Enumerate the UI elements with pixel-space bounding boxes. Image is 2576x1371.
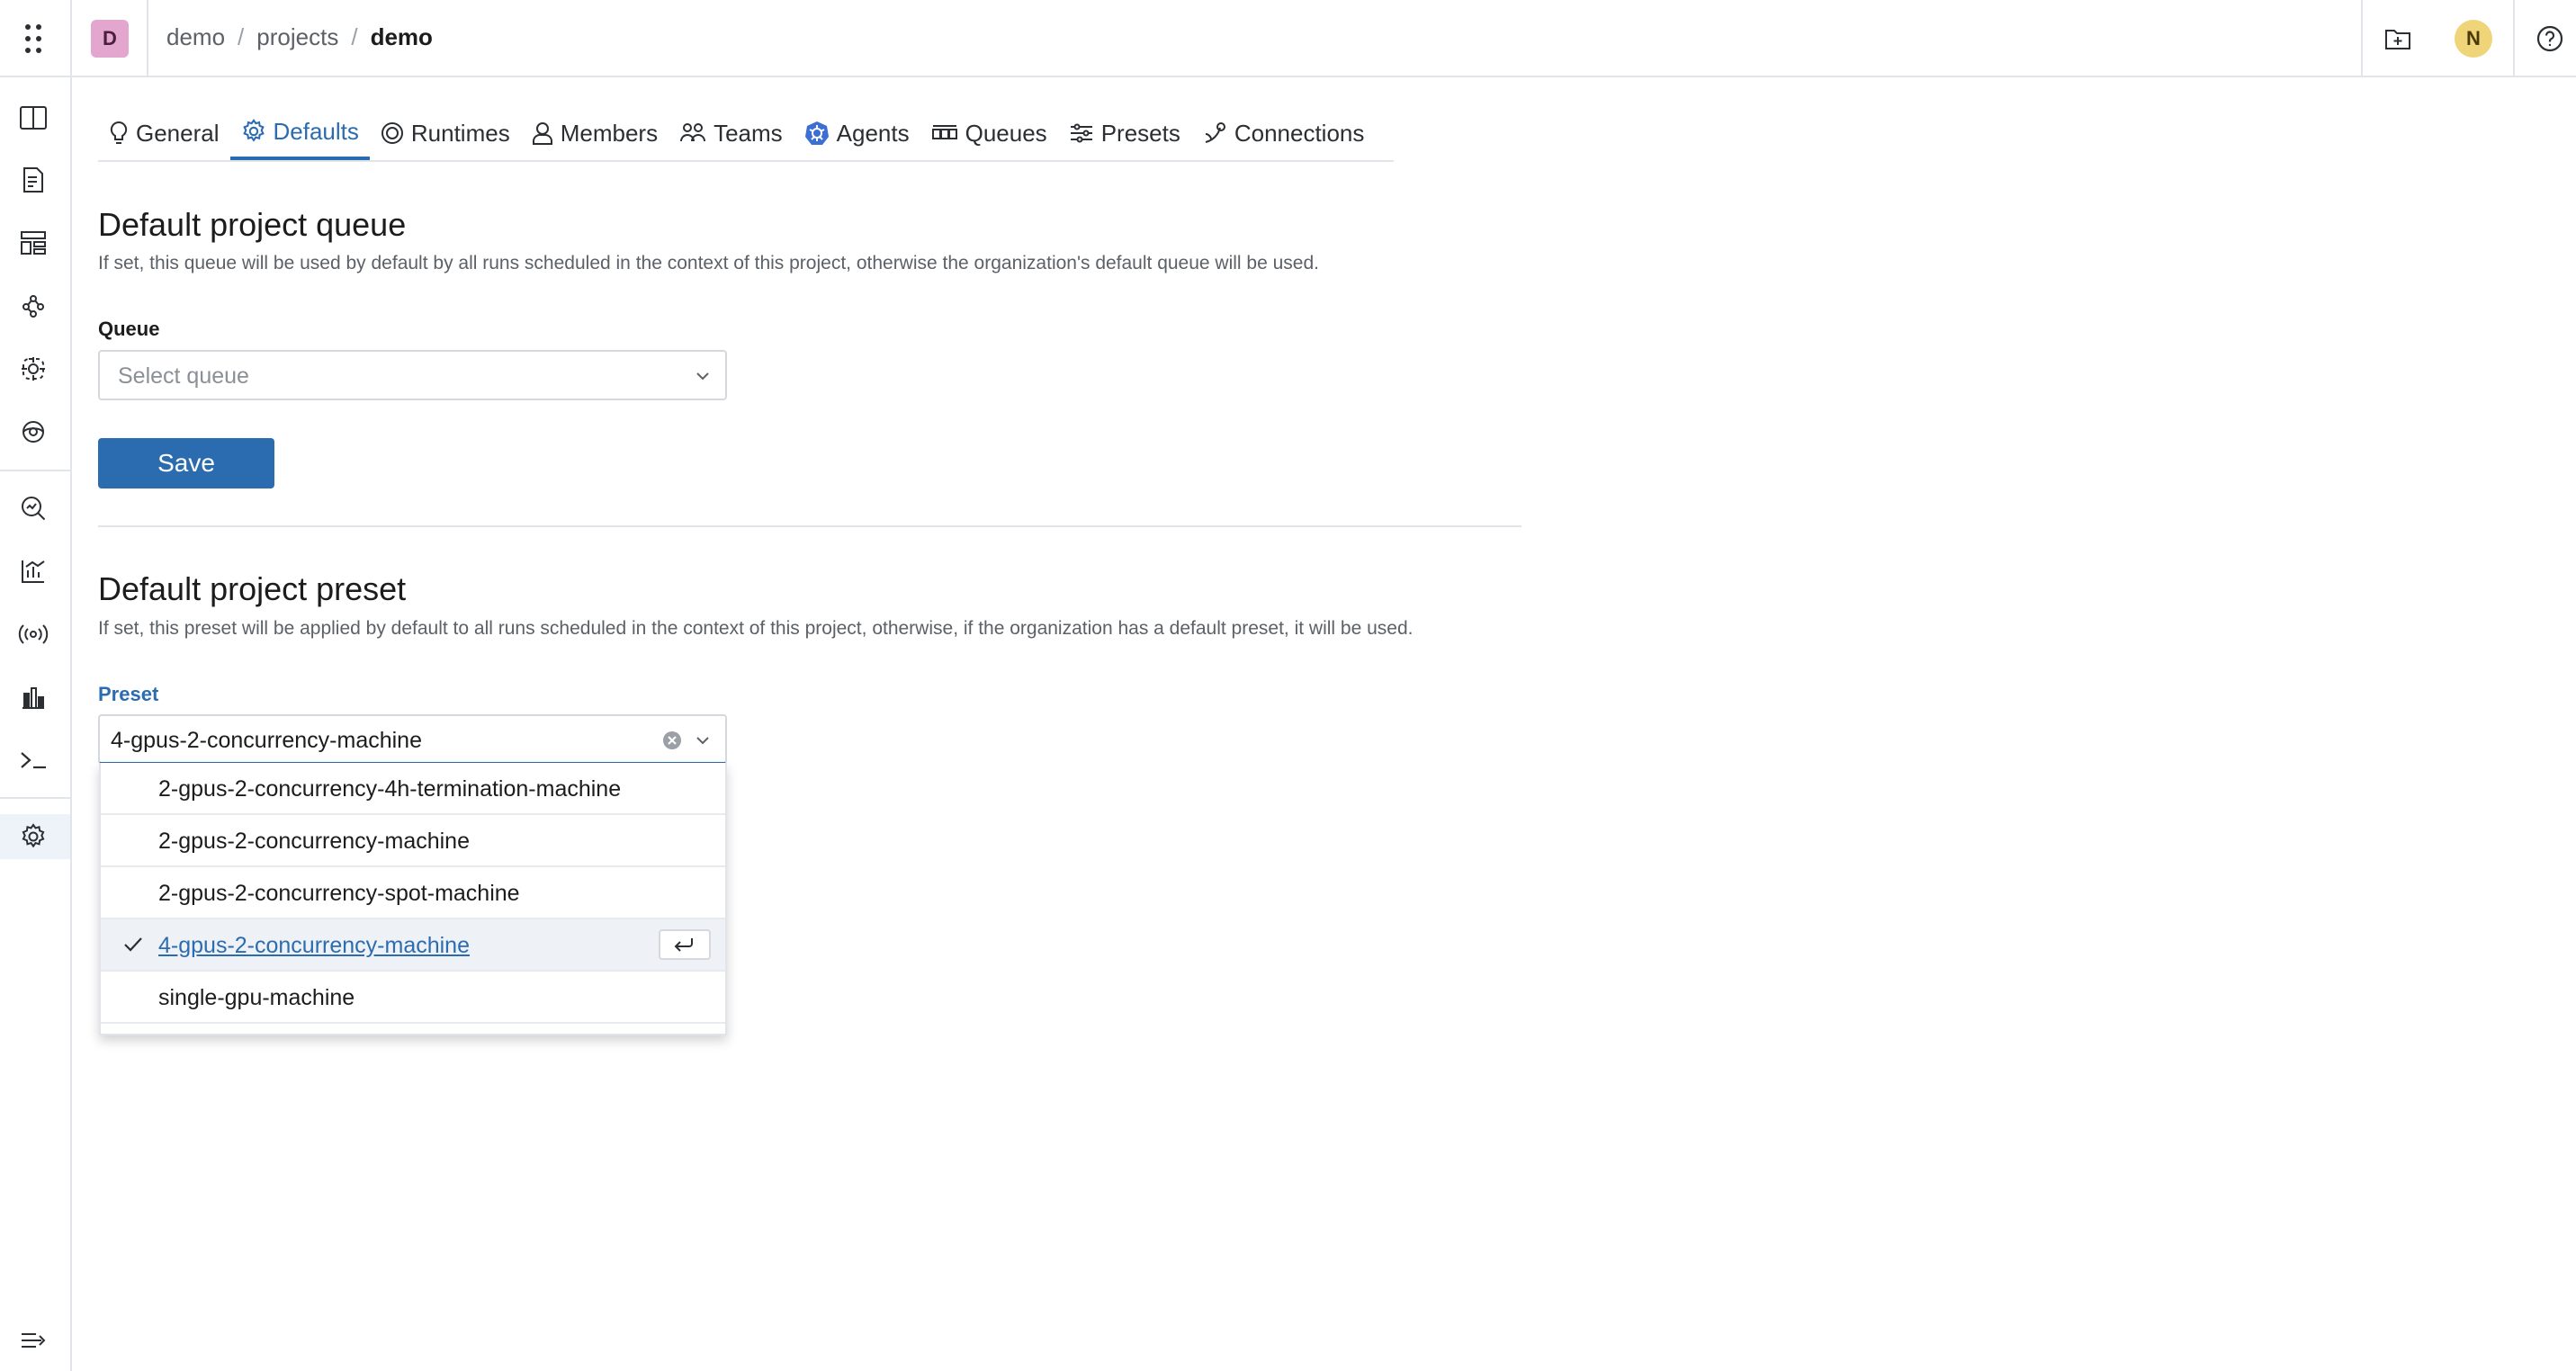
presets-icon <box>1070 123 1092 143</box>
preset-option-label: 2-gpus-2-concurrency-spot-machine <box>158 881 520 906</box>
bulb-icon <box>110 121 128 144</box>
preset-option-label: single-gpu-machine <box>158 985 355 1010</box>
breadcrumb-separator: / <box>238 23 245 50</box>
tab-label: Agents <box>836 119 910 147</box>
settings-tabs: General Defaults Runtimes Members Teams … <box>98 106 1394 162</box>
users-icon <box>680 123 706 142</box>
sidebar <box>0 77 72 1371</box>
queue-select[interactable]: Select queue <box>98 350 727 400</box>
sidebar-item-eye-icon[interactable] <box>14 413 52 451</box>
sidebar-divider <box>0 797 70 799</box>
connection-icon <box>1205 122 1225 143</box>
topbar-divider <box>2361 0 2363 76</box>
tab-label: Queues <box>965 119 1047 147</box>
gear-icon <box>242 119 265 142</box>
kubernetes-icon <box>804 121 829 145</box>
breadcrumb: demo / projects / demo <box>166 23 433 51</box>
queue-icon <box>931 125 957 139</box>
target-icon <box>381 122 403 144</box>
preset-option[interactable]: single-gpu-machine <box>101 972 725 1024</box>
sidebar-item-terminal-icon[interactable] <box>14 741 52 779</box>
queue-section-description: If set, this queue will be used by defau… <box>98 253 1319 273</box>
sidebar-item-chart-bars-icon[interactable] <box>14 678 52 716</box>
tab-label: General <box>136 119 220 147</box>
breadcrumb-owner-link[interactable]: demo <box>166 23 225 51</box>
clear-selection-icon[interactable] <box>662 730 682 750</box>
preset-option-label: 2-gpus-2-concurrency-4h-termination-mach… <box>158 776 622 802</box>
preset-option[interactable]: 2-gpus-2-concurrency-spot-machine <box>101 867 725 919</box>
tab-general[interactable]: General <box>98 106 230 160</box>
breadcrumb-projects-link[interactable]: projects <box>256 23 338 51</box>
preset-dropdown-menu: 2-gpus-2-concurrency-4h-termination-mach… <box>99 763 727 1035</box>
tab-connections[interactable]: Connections <box>1191 106 1376 160</box>
tab-label: Members <box>560 119 659 147</box>
user-avatar[interactable]: N <box>2455 20 2492 58</box>
sidebar-item-component-icon[interactable] <box>14 350 52 388</box>
tab-members[interactable]: Members <box>521 106 669 160</box>
preset-field-label: Preset <box>98 683 159 705</box>
help-icon[interactable] <box>2531 20 2569 58</box>
user-icon <box>532 122 552 145</box>
tab-defaults[interactable]: Defaults <box>229 106 370 160</box>
sidebar-item-gear-icon[interactable] <box>0 814 70 859</box>
tab-label: Defaults <box>273 117 359 145</box>
tab-agents[interactable]: Agents <box>794 106 920 160</box>
sidebar-item-chart-icon[interactable] <box>14 552 52 590</box>
sidebar-item-book-open-icon[interactable] <box>14 99 52 137</box>
tab-label: Teams <box>714 119 783 147</box>
breadcrumb-separator: / <box>351 23 358 50</box>
section-divider <box>98 525 1521 527</box>
preset-select-value: 4-gpus-2-concurrency-machine <box>111 728 422 753</box>
enter-key-icon <box>659 929 711 960</box>
tab-presets[interactable]: Presets <box>1058 106 1191 160</box>
check-icon <box>122 936 144 954</box>
top-bar: D demo / projects / demo N <box>0 0 2576 77</box>
sidebar-item-dashboard-layout-icon[interactable] <box>14 224 52 262</box>
create-project-folder-icon[interactable] <box>2379 20 2417 58</box>
topbar-divider <box>2513 0 2515 76</box>
preset-option-label: 4-gpus-2-concurrency-machine <box>158 933 470 958</box>
preset-option[interactable]: 2-gpus-2-concurrency-4h-termination-mach… <box>101 763 725 815</box>
org-avatar[interactable]: D <box>91 20 129 58</box>
tab-queues[interactable]: Queues <box>920 106 1058 160</box>
topbar-divider <box>70 0 72 76</box>
breadcrumb-current-project: demo <box>370 23 433 50</box>
sidebar-item-search-insights-icon[interactable] <box>14 489 52 527</box>
sidebar-item-graph-nodes-icon[interactable] <box>14 287 52 325</box>
preset-option-selected[interactable]: 4-gpus-2-concurrency-machine <box>101 919 725 972</box>
queue-field-label: Queue <box>98 318 160 340</box>
preset-section-title: Default project preset <box>98 570 407 607</box>
preset-option-label: 2-gpus-2-concurrency-machine <box>158 829 470 854</box>
preset-select[interactable]: 4-gpus-2-concurrency-machine <box>98 714 727 765</box>
preset-option[interactable]: 2-gpus-2-concurrency-machine <box>101 815 725 867</box>
queue-section-title: Default project queue <box>98 206 407 243</box>
tab-label: Runtimes <box>410 119 510 147</box>
tab-teams[interactable]: Teams <box>669 106 794 160</box>
sidebar-item-broadcast-icon[interactable] <box>14 615 52 653</box>
sidebar-item-document-list-icon[interactable] <box>14 161 52 199</box>
chevron-down-icon <box>693 366 713 386</box>
topbar-divider <box>147 0 148 76</box>
queue-select-placeholder: Select queue <box>118 363 249 389</box>
tab-label: Connections <box>1234 119 1365 147</box>
chevron-down-icon[interactable] <box>693 730 713 750</box>
tab-label: Presets <box>1100 119 1180 147</box>
preset-section-description: If set, this preset will be applied by d… <box>98 618 1414 639</box>
tab-runtimes[interactable]: Runtimes <box>370 106 521 160</box>
app-menu-icon[interactable] <box>14 20 52 58</box>
collapse-sidebar-icon[interactable] <box>14 1322 52 1359</box>
save-queue-button[interactable]: Save <box>98 438 274 488</box>
sidebar-divider <box>0 470 70 471</box>
